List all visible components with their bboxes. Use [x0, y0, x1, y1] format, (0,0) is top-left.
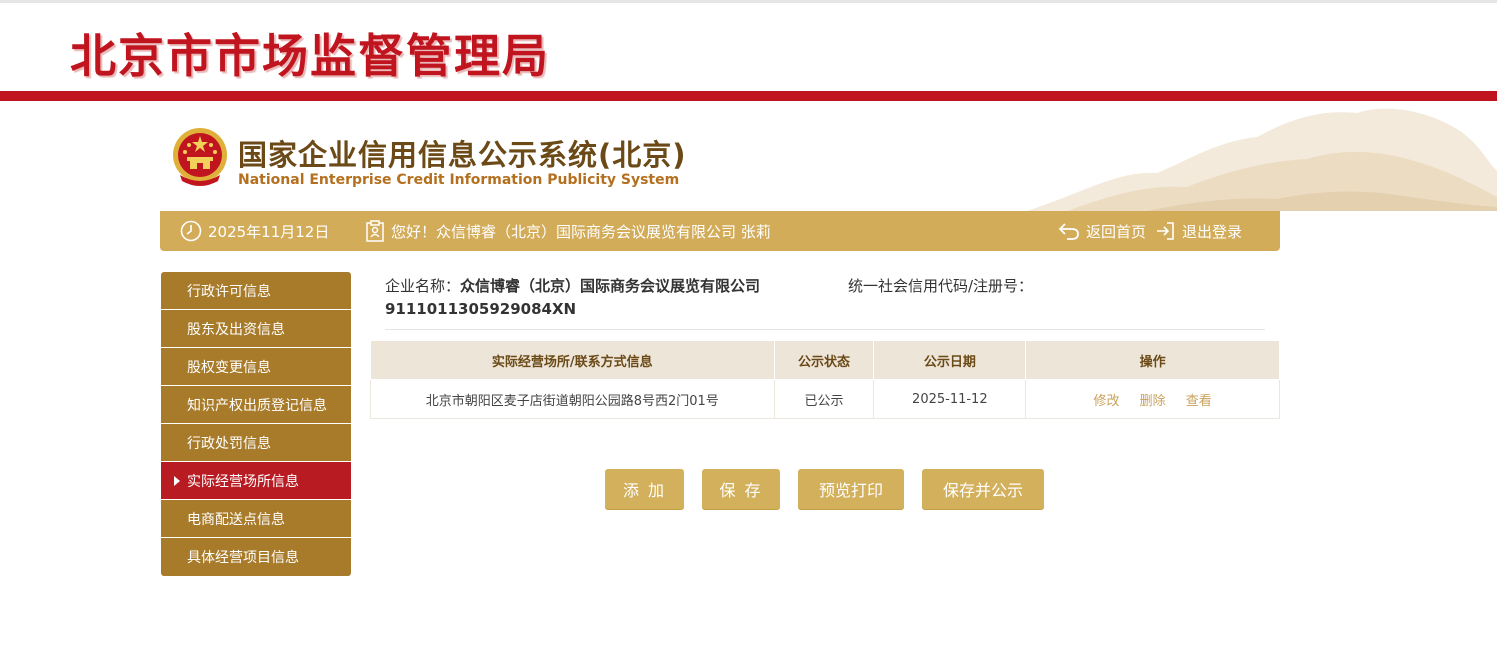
greeting-text: 您好！众信博睿（北京）国际商务会议展览有限公司 张莉	[391, 222, 771, 241]
return-arrow-icon	[1058, 223, 1079, 240]
date-text: 2025年11月12日	[208, 222, 330, 241]
view-link[interactable]: 查看	[1186, 394, 1212, 409]
system-banner: 国家企业信用信息公示系统(北京) National Enterprise Cre…	[0, 101, 1497, 211]
cell-date: 2025-11-12	[873, 379, 1027, 419]
mountain-background-icon	[1027, 108, 1497, 211]
preview-print-button[interactable]: 预览打印	[798, 469, 904, 509]
premises-table: 实际经营场所/联系方式信息 公示状态 公示日期 操作 北京市朝阳区麦子店街道朝阳…	[370, 340, 1280, 419]
user-card-icon	[366, 220, 384, 242]
date-display: 2025年11月12日	[180, 211, 329, 251]
system-subtitle: National Enterprise Credit Information P…	[238, 172, 680, 188]
home-link[interactable]: 返回首页	[1058, 211, 1146, 251]
greeting-display: 您好！众信博睿（北京）国际商务会议展览有限公司 张莉	[365, 211, 771, 251]
add-button[interactable]: 添 加	[605, 469, 684, 509]
sidebar-item-business-premises[interactable]: 实际经营场所信息	[161, 462, 351, 500]
red-divider-bar	[0, 91, 1497, 101]
sidebar-item-equity-change[interactable]: 股权变更信息	[161, 348, 351, 386]
save-button[interactable]: 保 存	[702, 469, 780, 509]
column-header-status: 公示状态	[773, 340, 875, 380]
credit-code-label: 统一社会信用代码/注册号：	[848, 277, 1034, 295]
sidebar-item-shareholders[interactable]: 股东及出资信息	[161, 310, 351, 348]
column-header-date: 公示日期	[873, 340, 1027, 380]
delete-link[interactable]: 删除	[1140, 394, 1166, 409]
divider	[385, 329, 1265, 330]
edit-link[interactable]: 修改	[1093, 394, 1119, 409]
table-row: 北京市朝阳区麦子店街道朝阳公园路8号西2门01号 已公示 2025-11-12 …	[370, 379, 1280, 419]
clock-icon	[180, 220, 202, 242]
sidebar-item-admin-license[interactable]: 行政许可信息	[161, 272, 351, 310]
info-bar: 2025年11月12日 您好！众信博睿（北京）国际商务会议展览有限公司 张莉 返…	[160, 211, 1280, 251]
sidebar-item-ecommerce-delivery[interactable]: 电商配送点信息	[161, 500, 351, 538]
company-name: 众信博睿（北京）国际商务会议展览有限公司	[460, 277, 761, 295]
sidebar-item-ip-pledge[interactable]: 知识产权出质登记信息	[161, 386, 351, 424]
cell-actions: 修改 删除 查看	[1025, 379, 1280, 419]
column-header-address: 实际经营场所/联系方式信息	[370, 340, 775, 380]
cell-status: 已公示	[773, 379, 875, 419]
company-name-label: 企业名称：	[385, 277, 461, 295]
logout-link[interactable]: 退出登录	[1154, 211, 1242, 251]
home-link-label[interactable]: 返回首页	[1086, 221, 1146, 242]
logout-link-label[interactable]: 退出登录	[1182, 221, 1242, 242]
save-and-publish-button[interactable]: 保存并公示	[922, 469, 1044, 509]
credit-code-value: 9111011305929084XN	[385, 300, 577, 318]
bureau-title: 北京市市场监督管理局	[70, 29, 550, 83]
column-header-actions: 操作	[1025, 340, 1280, 380]
sidebar-item-admin-penalty[interactable]: 行政处罚信息	[161, 424, 351, 462]
sidebar-item-business-items[interactable]: 具体经营项目信息	[161, 538, 351, 576]
sidebar-nav: 行政许可信息 股东及出资信息 股权变更信息 知识产权出质登记信息 行政处罚信息 …	[161, 272, 351, 576]
table-header-row: 实际经营场所/联系方式信息 公示状态 公示日期 操作	[370, 340, 1280, 380]
cell-address: 北京市朝阳区麦子店街道朝阳公园路8号西2门01号	[370, 379, 775, 419]
national-emblem-icon	[173, 128, 227, 186]
company-name-row: 企业名称：众信博睿（北京）国际商务会议展览有限公司	[385, 275, 760, 298]
system-title: 国家企业信用信息公示系统(北京)	[238, 138, 687, 172]
logout-icon	[1157, 222, 1174, 240]
